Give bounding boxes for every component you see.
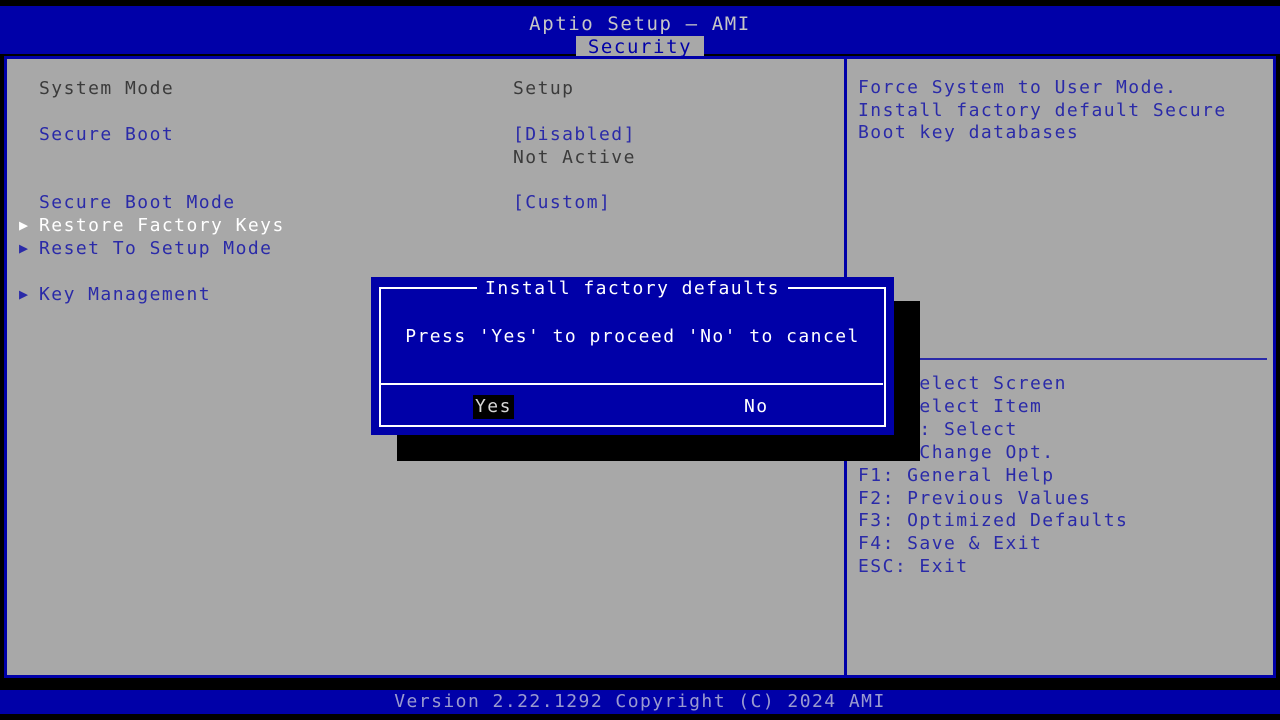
dialog-title-text: Install factory defaults <box>477 278 788 299</box>
version-text: Version 2.22.1292 Copyright (C) 2024 AMI <box>394 691 886 712</box>
bios-setup-screen: Aptio Setup – AMI Security System Mode Se… <box>0 0 1280 720</box>
submenu-arrow-icon: ▶ <box>19 285 30 303</box>
setting-label: System Mode <box>39 78 175 99</box>
setting-value[interactable]: [Custom] <box>513 191 611 214</box>
dialog-message: Press 'Yes' to proceed 'No' to cancel <box>405 326 860 347</box>
setting-label[interactable]: Restore Factory Keys <box>39 214 285 237</box>
setting-value: Setup <box>513 78 575 99</box>
setting-label: Secure Boot Mode <box>39 192 236 213</box>
setting-label: Secure Boot <box>39 124 175 145</box>
footer-bar: Version 2.22.1292 Copyright (C) 2024 AMI <box>0 690 1280 714</box>
dialog-yes-button[interactable]: Yes <box>473 395 514 419</box>
help-description: Force System to User Mode. Install facto… <box>858 77 1227 144</box>
setting-value[interactable]: [Disabled] <box>513 123 636 146</box>
dialog-no-button[interactable]: No <box>744 395 769 419</box>
dialog-title: Install factory defaults <box>371 278 894 300</box>
dialog-button-row: Yes No <box>380 385 883 425</box>
submenu-arrow-icon: ▶ <box>19 216 30 234</box>
setting-label[interactable]: Key Management <box>39 283 211 306</box>
submenu-arrow-icon: ▶ <box>19 239 30 257</box>
setting-value: Not Active <box>513 147 636 168</box>
setting-label[interactable]: Reset To Setup Mode <box>39 237 272 260</box>
app-title: Aptio Setup – AMI <box>529 13 751 35</box>
title-bar: Aptio Setup – AMI Security <box>0 6 1280 59</box>
install-factory-defaults-dialog: Install factory defaults Press 'Yes' to … <box>371 277 894 435</box>
